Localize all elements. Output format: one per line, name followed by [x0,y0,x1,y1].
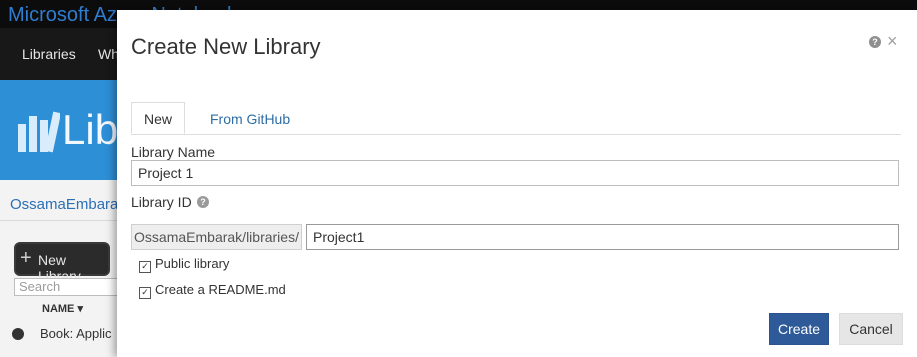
create-readme-label: Create a README.md [155,282,286,297]
new-library-button[interactable]: + New Library [14,242,110,284]
checkbox-icon: ✓ [139,261,151,273]
checkbox-icon: ✓ [139,287,151,299]
close-icon[interactable]: × [887,32,898,50]
help-icon[interactable]: ? [869,36,881,48]
globe-icon [12,328,24,340]
library-books-icon [18,111,60,153]
plus-icon: + [20,247,32,269]
nav-what[interactable]: Wh [98,46,119,62]
library-name-label: Library Name [131,144,216,160]
library-id-label: Library ID [131,194,192,210]
library-id-prefix: OssamaEmbarak/libraries/ [131,224,302,250]
username-link[interactable]: OssamaEmbarak [10,196,126,213]
library-search-input[interactable]: Search [14,278,118,296]
create-library-dialog: Create New Library ? × New From GitHub L… [117,10,917,357]
tab-from-github[interactable]: From GitHub [197,102,303,134]
cancel-button[interactable]: Cancel [839,313,903,345]
library-row[interactable]: Book: Applic [40,326,112,341]
library-name-input[interactable]: Project 1 [131,160,899,186]
info-icon[interactable]: ? [197,196,209,208]
library-id-input[interactable]: Project1 [306,224,899,250]
nav-libraries[interactable]: Libraries [22,46,76,62]
name-column-header[interactable]: NAME ▾ [42,302,83,315]
dialog-title: Create New Library [131,34,321,59]
public-library-checkbox[interactable]: ✓ Public library [139,256,230,273]
dialog-tabs: New From GitHub [131,102,901,135]
create-readme-checkbox[interactable]: ✓ Create a README.md [139,282,286,299]
create-button[interactable]: Create [769,313,829,345]
public-library-label: Public library [155,256,230,271]
tab-new[interactable]: New [131,102,186,134]
